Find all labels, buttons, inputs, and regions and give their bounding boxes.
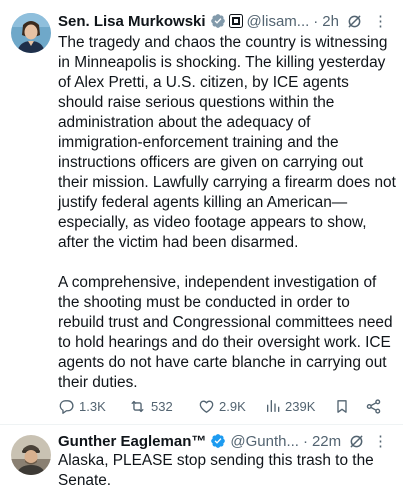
grok-icon[interactable] <box>347 14 362 29</box>
views-count: 239K <box>285 398 316 414</box>
reply-author-handle[interactable]: @Gunth... <box>230 433 299 450</box>
more-options-icon[interactable]: ⋮ <box>373 10 388 32</box>
bookmark-icon <box>334 398 350 415</box>
like-button[interactable]: 2.9K <box>198 398 246 415</box>
tweet-header: Sen. Lisa Murkowski @lisam... · 2h ⋮ <box>58 10 395 32</box>
verified-badge-icon <box>210 13 226 29</box>
reply-header: Gunther Eagleman™ @Gunth... · 22m ⋮ <box>58 430 395 452</box>
reply-count: 1.3K <box>79 398 106 414</box>
more-options-icon[interactable]: ⋮ <box>373 430 388 452</box>
reply-author-avatar[interactable] <box>11 435 51 475</box>
like-count: 2.9K <box>219 398 246 414</box>
author-handle[interactable]: @lisam... <box>247 13 310 30</box>
main-tweet[interactable]: Sen. Lisa Murkowski @lisam... · 2h ⋮ The… <box>0 0 403 425</box>
verified-badge-icon <box>210 433 226 449</box>
action-bar: 1.3K 532 2.9K 239K <box>58 396 388 416</box>
tweet-paragraph: A comprehensive, independent investigati… <box>58 274 393 391</box>
reply-icon <box>58 398 75 415</box>
separator: · <box>313 12 319 30</box>
government-badge-icon <box>228 14 243 28</box>
repost-button[interactable]: 532 <box>128 398 173 415</box>
reply-tweet[interactable]: Gunther Eagleman™ @Gunth... · 22m ⋮ Alas… <box>0 425 403 500</box>
tweet-text: The tragedy and chaos the country is wit… <box>58 33 396 393</box>
reply-timestamp[interactable]: 22m <box>312 433 341 450</box>
tweet-paragraph: The tragedy and chaos the country is wit… <box>58 34 396 251</box>
reply-text: Alaska, PLEASE stop sending this trash t… <box>58 452 374 489</box>
like-icon <box>198 398 215 415</box>
views-button[interactable]: 239K <box>265 398 315 414</box>
share-icon <box>365 398 382 415</box>
author-avatar[interactable] <box>11 13 51 53</box>
views-icon <box>265 398 281 414</box>
reply-button[interactable]: 1.3K <box>58 398 106 415</box>
timestamp[interactable]: 2h <box>322 13 339 30</box>
reply-author-name[interactable]: Gunther Eagleman™ <box>58 433 206 450</box>
repost-icon <box>128 398 147 415</box>
repost-count: 532 <box>151 398 173 414</box>
share-button[interactable] <box>365 398 382 415</box>
bookmark-button[interactable] <box>334 398 350 415</box>
author-name[interactable]: Sen. Lisa Murkowski <box>58 13 206 30</box>
separator: · <box>302 432 308 450</box>
grok-icon[interactable] <box>349 434 364 449</box>
